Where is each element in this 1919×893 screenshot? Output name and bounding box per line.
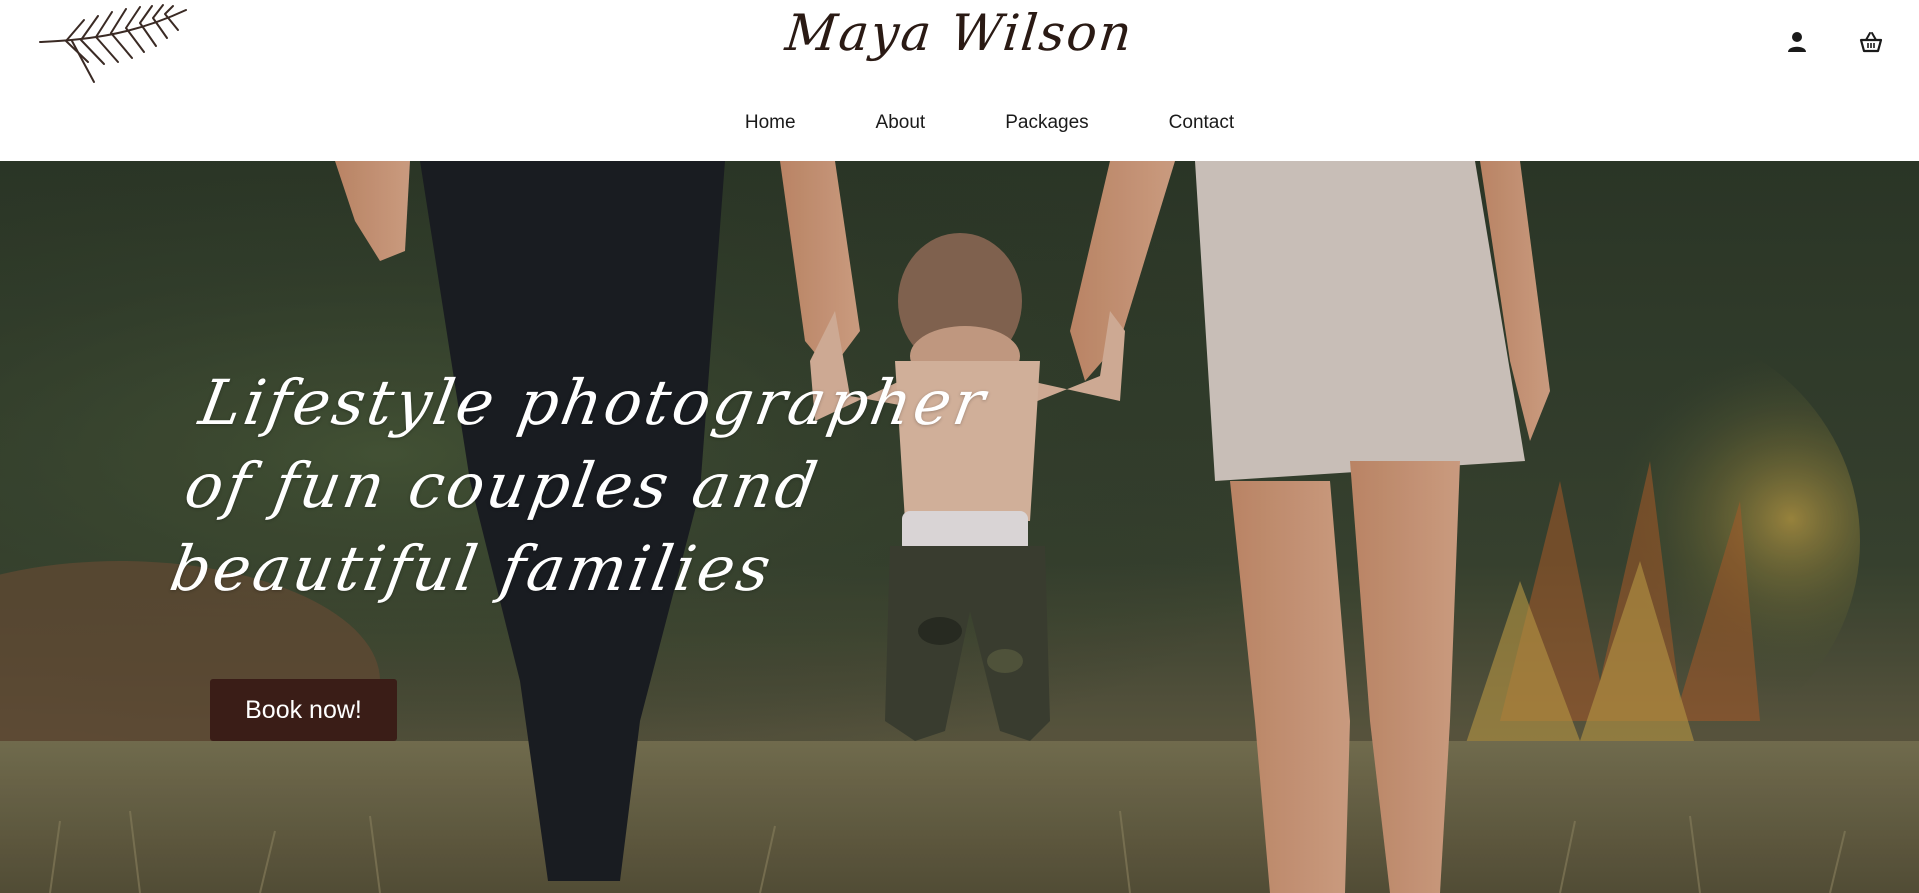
site-header: Maya Wilson Home About Packages Contact [0,0,1919,161]
page: Maya Wilson Home About Packages Contact [0,0,1919,893]
book-now-button[interactable]: Book now! [210,679,397,741]
hero-section: Lifestyle photographer of fun couples an… [0,161,1919,893]
hero-title-line: beautiful families [164,532,779,605]
nav-home[interactable]: Home [745,112,796,134]
hero-title: Lifestyle photographer of fun couples an… [164,361,994,610]
main-nav: Home About Packages Contact [60,112,1919,134]
basket-icon[interactable] [1857,28,1885,56]
header-actions [1783,28,1885,56]
brand-name[interactable]: Maya Wilson [0,4,1919,62]
nav-contact[interactable]: Contact [1169,112,1234,134]
nav-packages[interactable]: Packages [1005,112,1088,134]
hero-title-line: of fun couples and [179,449,826,522]
nav-about[interactable]: About [876,112,926,134]
hero-title-line: Lifestyle photographer [194,366,994,439]
user-icon[interactable] [1783,28,1811,56]
